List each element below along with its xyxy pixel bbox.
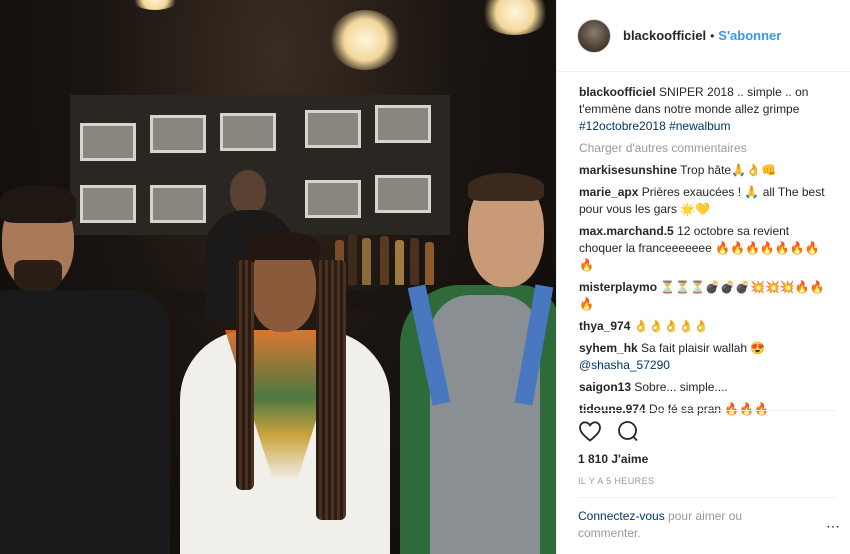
- divider: [578, 497, 836, 498]
- login-link[interactable]: Connectez-vous: [578, 509, 665, 523]
- username-link[interactable]: blackoofficiel: [623, 28, 706, 43]
- comment-bubble-icon[interactable]: [616, 420, 640, 445]
- comment-item: max.marchand.5 12 octobre sa revient cho…: [579, 223, 830, 274]
- comment-username[interactable]: tidoune.974: [579, 402, 646, 416]
- divider: [578, 410, 836, 411]
- comment-username[interactable]: syhem_hk: [579, 341, 638, 355]
- post-photo[interactable]: [0, 0, 556, 554]
- ceiling-lamp: [130, 0, 180, 10]
- load-more-comments-button[interactable]: Charger d'autres commentaires: [579, 141, 830, 155]
- separator-dot: •: [710, 28, 715, 43]
- comment-username[interactable]: marie_apx: [579, 185, 638, 199]
- comments-list: blackoofficiel SNIPER 2018 .. simple .. …: [557, 72, 850, 418]
- comment-text: Trop hâte🙏👌👊: [680, 163, 776, 177]
- comment-text: Sa fait plaisir wallah 😍: [641, 341, 766, 355]
- follow-button[interactable]: S'abonner: [718, 28, 781, 43]
- comment-username[interactable]: thya_974: [579, 319, 630, 333]
- comment-username[interactable]: saigon13: [579, 380, 631, 394]
- post-actions: [578, 420, 640, 445]
- avatar[interactable]: [577, 18, 611, 53]
- post-caption: blackoofficiel SNIPER 2018 .. simple .. …: [579, 84, 830, 135]
- comment-text: Do fé sa pran 🔥🔥🔥: [649, 402, 770, 416]
- post-sidebar: blackoofficiel • S'abonner blackoofficie…: [556, 0, 850, 554]
- comment-username[interactable]: markisesunshine: [579, 163, 677, 177]
- likes-count[interactable]: 1 810 J'aime: [578, 452, 648, 466]
- ceiling-lamp: [480, 0, 550, 35]
- comment-username[interactable]: max.marchand.5: [579, 224, 674, 238]
- comment-item: thya_974 👌👌👌👌👌: [579, 318, 830, 335]
- login-prompt: Connectez-vous pour aimer ou commenter.: [578, 508, 808, 542]
- more-options-icon[interactable]: ⋯: [826, 518, 841, 535]
- comment-username[interactable]: misterplaymo: [579, 280, 657, 294]
- caption-username[interactable]: blackoofficiel: [579, 85, 656, 99]
- comment-text: Sobre... simple....: [634, 380, 728, 394]
- ceiling-lamp: [330, 10, 400, 70]
- comment-item: misterplaymo ⏳⏳⏳💣💣💣💥💥💥🔥🔥🔥: [579, 279, 830, 313]
- caption-hashtags[interactable]: #12octobre2018 #newalbum: [579, 119, 730, 133]
- heart-icon[interactable]: [578, 420, 602, 445]
- comment-item: marie_apx Prières exaucées ! 🙏 all The b…: [579, 184, 830, 218]
- comment-mention[interactable]: @shasha_57290: [579, 358, 670, 372]
- post-header: blackoofficiel • S'abonner: [557, 0, 850, 72]
- comment-text: 👌👌👌👌👌: [633, 319, 709, 333]
- post-timestamp: IL Y A 5 HEURES: [578, 476, 655, 486]
- comment-item: markisesunshine Trop hâte🙏👌👊: [579, 162, 830, 179]
- comment-item: saigon13 Sobre... simple....: [579, 379, 830, 396]
- comment-item: syhem_hk Sa fait plaisir wallah 😍 @shash…: [579, 340, 830, 374]
